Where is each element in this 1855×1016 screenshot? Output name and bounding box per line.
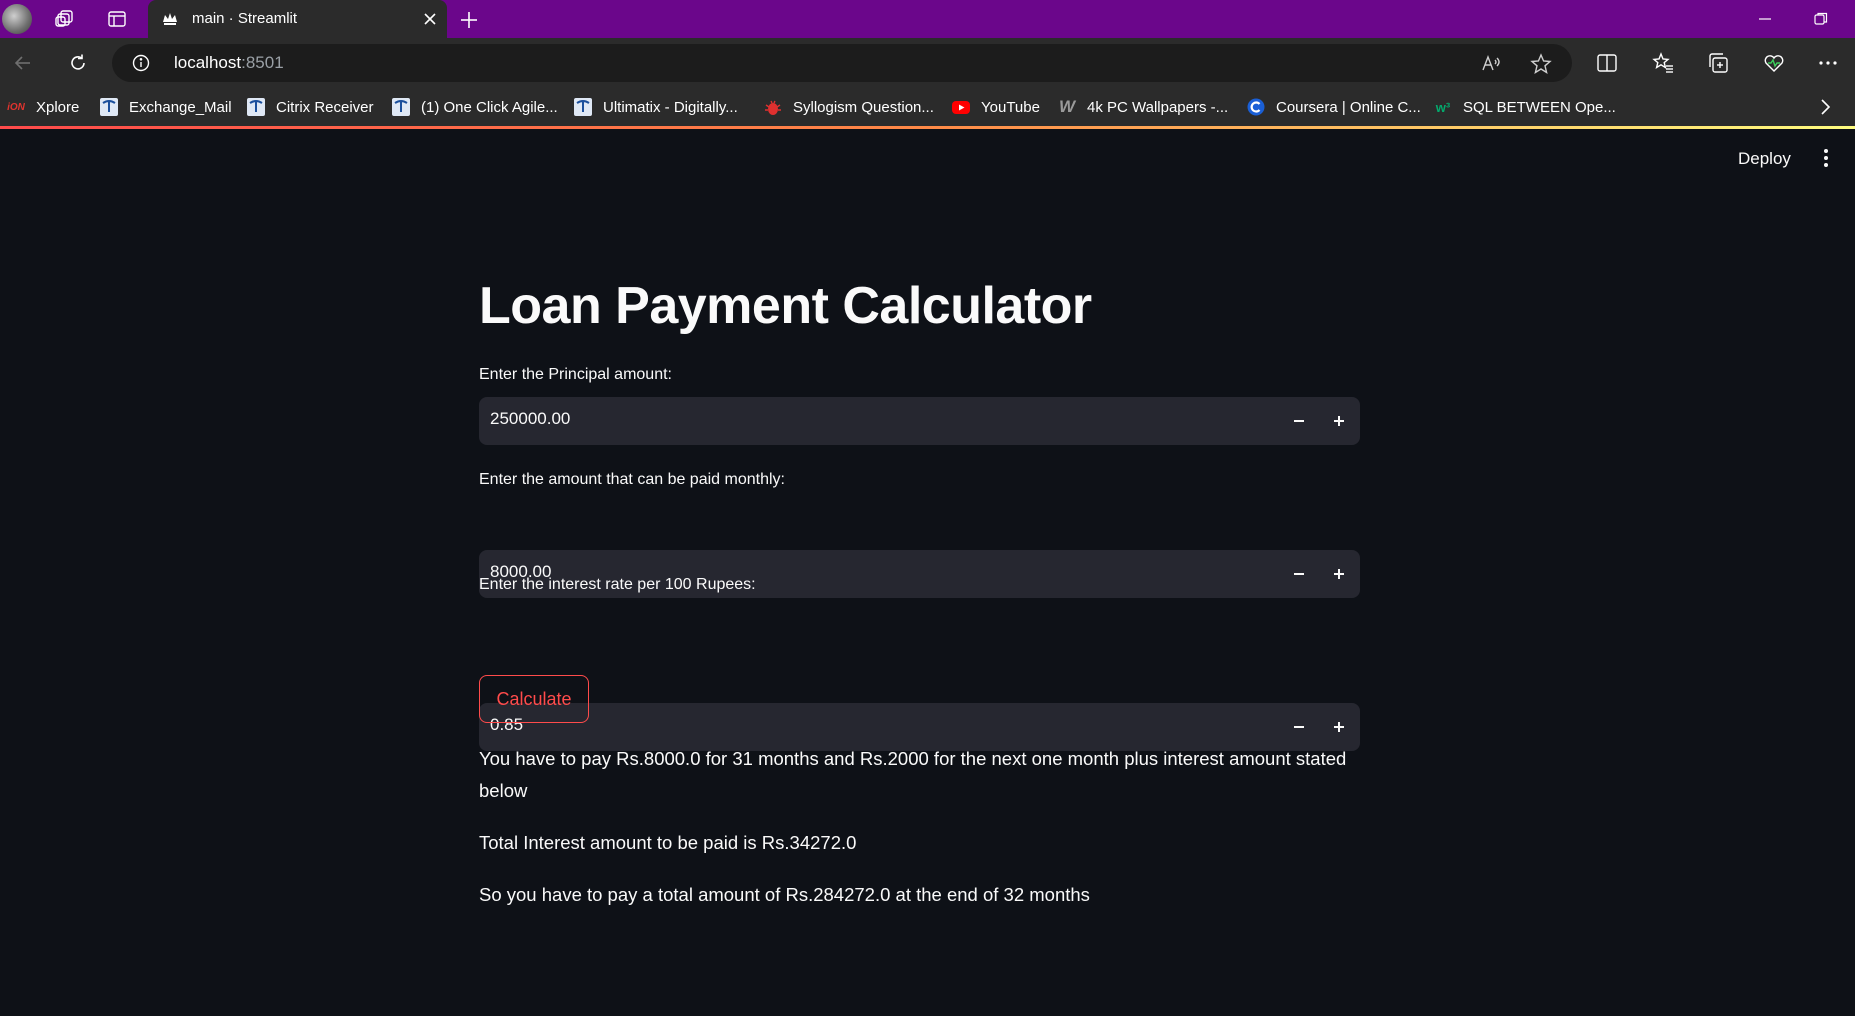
bookmark-xplore[interactable]: iON Xplore xyxy=(6,97,79,117)
browser-essentials-icon[interactable] xyxy=(1761,50,1787,76)
tab-main-streamlit[interactable]: main · Streamlit xyxy=(148,0,447,38)
bookmark-ultimatix[interactable]: Ultimatix - Digitally... xyxy=(573,97,738,117)
url-text: localhost:8501 xyxy=(174,53,284,73)
minimize-icon[interactable] xyxy=(1752,6,1778,32)
result-total-interest: Total Interest amount to be paid is Rs.3… xyxy=(479,832,857,853)
principal-field-group: Enter the Principal amount: xyxy=(479,366,1360,384)
streamlit-favicon-icon xyxy=(162,11,178,27)
split-screen-icon[interactable] xyxy=(1594,50,1620,76)
browser-tab-bar: main · Streamlit xyxy=(0,0,1855,38)
url-host: localhost xyxy=(174,53,242,72)
xplore-icon: iON xyxy=(7,101,25,113)
site-info-icon[interactable] xyxy=(132,54,150,72)
monthly-field-group: Enter the amount that can be paid monthl… xyxy=(479,471,1360,489)
main-menu-icon[interactable] xyxy=(1814,146,1838,170)
tata-icon xyxy=(573,98,593,116)
streamlit-app: Deploy Loan Payment Calculator Enter the… xyxy=(0,129,1855,1016)
bug-icon xyxy=(763,98,783,116)
tab-title: main · Streamlit xyxy=(192,10,298,27)
bookmark-label: Xplore xyxy=(36,98,80,116)
back-icon[interactable] xyxy=(10,50,36,76)
principal-label: Enter the Principal amount: xyxy=(479,366,672,383)
bookmark-label: Exchange_Mail xyxy=(129,98,232,116)
bookmark-syllogism[interactable]: Syllogism Question... xyxy=(763,97,934,117)
tata-icon xyxy=(99,98,119,116)
settings-more-icon[interactable] xyxy=(1815,50,1841,76)
refresh-icon[interactable] xyxy=(65,50,91,76)
vertical-tabs-icon[interactable] xyxy=(105,7,129,31)
bookmark-citrix-receiver[interactable]: Citrix Receiver xyxy=(246,97,374,117)
close-tab-icon[interactable] xyxy=(420,9,440,29)
url-port: :8501 xyxy=(241,53,284,72)
chevron-right-icon[interactable] xyxy=(1815,97,1835,117)
bookmarks-bar: iON Xplore Exchange_Mail Citrix Receiver… xyxy=(0,88,1855,126)
favorites-icon[interactable] xyxy=(1650,50,1676,76)
principal-increment-button[interactable] xyxy=(1327,409,1351,433)
tata-icon xyxy=(246,98,266,116)
interest-label: Enter the interest rate per 100 Rupees: xyxy=(479,576,756,593)
bookmark-youtube[interactable]: YouTube xyxy=(951,97,1040,117)
workspaces-icon[interactable] xyxy=(53,7,77,31)
new-tab-icon[interactable] xyxy=(456,7,482,33)
profile-avatar[interactable] xyxy=(2,4,32,34)
interest-field-group: Enter the interest rate per 100 Rupees: xyxy=(479,576,1360,594)
calculate-button[interactable]: Calculate xyxy=(479,675,589,723)
bookmark-sql-between[interactable]: w³ SQL BETWEEN Ope... xyxy=(1433,97,1616,117)
bookmark-label: Syllogism Question... xyxy=(793,98,934,116)
bookmark-exchange-mail[interactable]: Exchange_Mail xyxy=(99,97,232,117)
bookmark-label: 4k PC Wallpapers -... xyxy=(1087,98,1229,116)
principal-input[interactable]: 250000.00 xyxy=(479,397,1360,445)
bookmark-4k-wallpapers[interactable]: W 4k PC Wallpapers -... xyxy=(1057,97,1228,117)
page-title: Loan Payment Calculator xyxy=(479,277,1092,335)
w-icon: W xyxy=(1058,97,1076,116)
w3-icon: w³ xyxy=(1435,99,1451,115)
bookmark-label: Ultimatix - Digitally... xyxy=(603,98,738,116)
read-aloud-icon[interactable] xyxy=(1479,52,1503,76)
principal-decrement-button[interactable] xyxy=(1287,409,1311,433)
principal-value[interactable]: 250000.00 xyxy=(490,409,570,429)
interest-increment-button[interactable] xyxy=(1327,715,1351,739)
monthly-label: Enter the amount that can be paid monthl… xyxy=(479,471,785,488)
bookmark-one-click-agile[interactable]: (1) One Click Agile... xyxy=(391,97,558,117)
bookmark-coursera[interactable]: Coursera | Online C... xyxy=(1246,97,1421,117)
result-total-amount: So you have to pay a total amount of Rs.… xyxy=(479,884,1090,905)
bookmark-label: Citrix Receiver xyxy=(276,98,374,116)
browser-address-bar: localhost:8501 xyxy=(0,38,1855,88)
deploy-button[interactable]: Deploy xyxy=(1738,149,1791,169)
collections-icon[interactable] xyxy=(1705,50,1731,76)
coursera-icon xyxy=(1246,98,1266,116)
url-bar[interactable]: localhost:8501 xyxy=(112,44,1572,82)
bookmark-label: (1) One Click Agile... xyxy=(421,98,558,116)
youtube-icon xyxy=(951,98,971,116)
interest-decrement-button[interactable] xyxy=(1287,715,1311,739)
favorite-star-icon[interactable] xyxy=(1529,52,1553,76)
result-payment-schedule: You have to pay Rs.8000.0 for 31 months … xyxy=(479,748,1347,801)
tata-icon xyxy=(391,98,411,116)
bookmark-label: Coursera | Online C... xyxy=(1276,98,1421,116)
bookmark-label: SQL BETWEEN Ope... xyxy=(1463,98,1616,116)
bookmark-label: YouTube xyxy=(981,98,1040,116)
restore-icon[interactable] xyxy=(1808,6,1834,32)
